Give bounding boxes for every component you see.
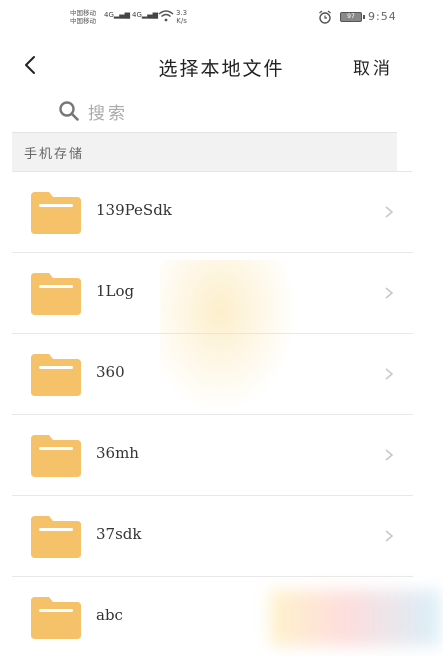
network-type-1: 4G <box>104 11 114 19</box>
folder-name: 36mh <box>96 444 139 462</box>
signal-icon: 4G▂▄▆ <box>104 11 131 19</box>
network-speed-unit: K/s <box>176 17 187 25</box>
folder-name: 360 <box>96 363 125 381</box>
cancel-button[interactable]: 取消 <box>353 54 393 79</box>
folder-row[interactable]: 37sdk <box>0 496 443 577</box>
file-list: 139PeSdk 1Log 360 36mh 37sdk abc <box>0 172 443 656</box>
section-header: 手机存储 <box>12 132 397 172</box>
folder-name: 1Log <box>96 282 135 300</box>
chevron-right-icon <box>385 287 394 299</box>
header: 选择本地文件 取消 <box>0 44 443 90</box>
network-speed: 3.3 K/s <box>176 9 187 25</box>
folder-icon <box>31 273 81 315</box>
folder-icon <box>31 354 81 396</box>
search-icon <box>59 101 79 121</box>
folder-row[interactable]: 360 <box>0 334 443 415</box>
chevron-right-icon <box>385 368 394 380</box>
folder-icon <box>31 597 81 639</box>
section-label: 手机存储 <box>24 147 85 162</box>
folder-icon <box>31 192 81 234</box>
network-type-2: 4G <box>132 11 142 19</box>
folder-name: 139PeSdk <box>96 201 172 219</box>
folder-name: abc <box>96 606 123 624</box>
search-placeholder: 搜索 <box>88 104 128 124</box>
chevron-right-icon <box>385 206 394 218</box>
status-bar: 中国移动 中国移动 4G▂▄▆ 4G▂▄▆ 3.3 K/s 97 9:54 <box>0 0 443 36</box>
folder-row[interactable]: 36mh <box>0 415 443 496</box>
battery-icon: 97 <box>340 12 365 22</box>
folder-row[interactable]: 139PeSdk <box>0 172 443 253</box>
chevron-right-icon <box>385 530 394 542</box>
carrier-name-2: 中国移动 <box>70 17 96 25</box>
carrier-info: 中国移动 中国移动 <box>70 9 96 25</box>
chevron-right-icon <box>385 449 394 461</box>
folder-icon <box>31 516 81 558</box>
folder-name: 37sdk <box>96 525 142 543</box>
folder-icon <box>31 435 81 477</box>
alarm-icon <box>319 10 331 24</box>
network-speed-value: 3.3 <box>176 9 188 17</box>
carrier-name-1: 中国移动 <box>70 9 96 17</box>
signal-icon: 4G▂▄▆ <box>132 11 159 19</box>
search-input[interactable]: 搜索 <box>58 98 258 126</box>
status-time: 9:54 <box>368 10 397 23</box>
folder-row[interactable]: abc <box>0 577 443 656</box>
wifi-icon <box>158 10 174 22</box>
folder-row[interactable]: 1Log <box>0 253 443 334</box>
